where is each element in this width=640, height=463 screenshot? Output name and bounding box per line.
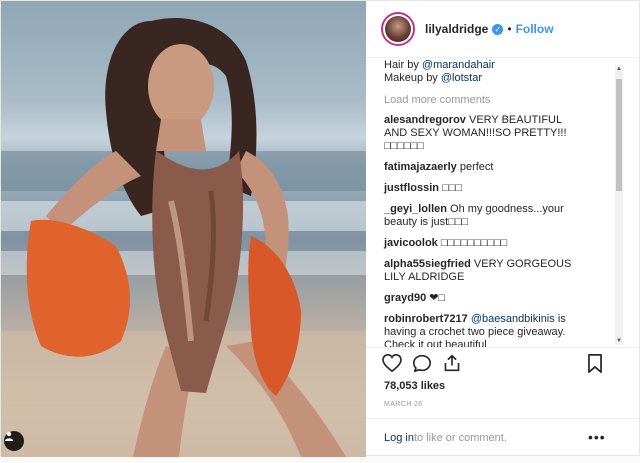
login-suffix-text: to like or comment. [413,431,507,444]
separator-dot: • [507,22,512,36]
comment: _geyi_lollen Oh my goodness...your beaut… [384,203,584,229]
comment-text: perfect [459,161,494,173]
photo-illustration [1,17,366,457]
comments-list[interactable]: Hair by @marandahair Makeup by @lotstar … [366,59,634,347]
comment-username[interactable]: javicoolok [384,237,438,249]
post-sidebar: lilyaldridge ✓ • Follow Hair by @maranda… [366,1,640,457]
bookmark-icon[interactable] [587,354,603,378]
comment-username[interactable]: _geyi_lollen [384,203,447,215]
mention-link[interactable]: @lotstar [441,72,482,84]
instagram-post: lilyaldridge ✓ • Follow Hair by @maranda… [0,0,640,457]
comment: alesandregorov VERY BEAUTIFUL AND SEXY W… [384,114,584,153]
comment-icon[interactable] [412,354,432,377]
scroll-down-arrow-icon[interactable]: ▼ [615,337,623,345]
comment: javicoolok □□□□□□□□□□ [384,237,584,250]
comment: alpha55siegfried VERY GORGEOUS LILY ALDR… [384,258,584,284]
comment-username[interactable]: alpha55siegfried [384,258,471,270]
scroll-thumb[interactable] [616,79,622,191]
comment: grayd90 ❤□ [384,292,584,305]
comment-username[interactable]: grayd90 [384,292,426,304]
post-date: MARCH 26 [384,401,423,408]
mention-link[interactable]: @baesandbikinis [471,313,555,325]
login-link[interactable]: Log in [384,432,414,444]
heart-icon[interactable] [382,353,402,377]
avatar[interactable] [381,12,415,46]
caption-line-makeup: Makeup by @lotstar [384,72,482,84]
comment-username[interactable]: alesandregorov [384,114,466,126]
comment-text: □□□□□□□□□□ [440,237,508,249]
comment: fatimajazaerly perfect [384,161,584,174]
follow-button[interactable]: Follow [516,22,554,36]
comment-username[interactable]: justflossin [384,182,439,194]
user-tag-icon[interactable] [4,431,24,451]
comment-username[interactable]: robinrobert7217 [384,313,468,325]
comments-scrollbar[interactable]: ▲ ▼ [615,65,623,345]
comment: justflossin □□□ [384,182,584,195]
post-header: lilyaldridge ✓ • Follow [366,1,640,58]
comment-text: ❤□ [429,292,446,304]
comment-username[interactable]: fatimajazaerly [384,161,457,173]
caption-line-hair: Hair by @marandahair [384,59,495,71]
comment: robinrobert7217 @baesandbikinis is havin… [384,313,584,347]
login-bar: Log in to like or comment. ••• [366,418,640,456]
more-options-icon[interactable]: ••• [588,429,606,445]
share-icon[interactable] [442,354,462,377]
post-photo[interactable] [1,1,366,457]
comment-text: □□□ [442,182,463,194]
verified-badge-icon: ✓ [492,23,504,35]
mention-link[interactable]: @marandahair [422,59,495,71]
load-more-comments-button[interactable]: Load more comments [384,94,634,106]
action-bar: 78,053 likes MARCH 26 [366,347,640,408]
username-link[interactable]: lilyaldridge [425,22,488,36]
scroll-up-arrow-icon[interactable]: ▲ [615,65,623,73]
likes-count[interactable]: 78,053 likes [384,380,445,392]
